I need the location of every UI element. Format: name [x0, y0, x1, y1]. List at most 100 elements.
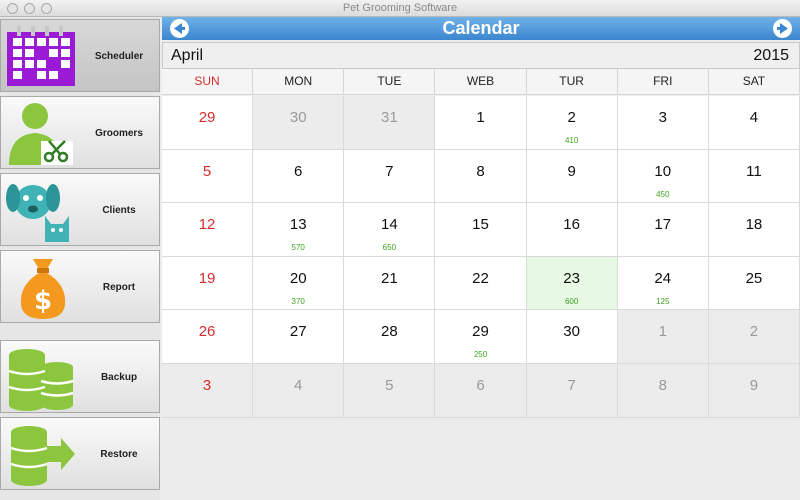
calendar-day-cell[interactable]: 12	[162, 203, 254, 257]
calendar-day-cell[interactable]: 2	[708, 310, 800, 364]
calendar-day-cell[interactable]: 27	[253, 310, 345, 364]
calendar-day-cell[interactable]: 4	[708, 96, 800, 150]
calendar-day-cell[interactable]: 29 250	[435, 310, 527, 364]
calendar-day-cell[interactable]: 22	[435, 256, 527, 311]
sidebar-item-label: Backup	[100, 372, 138, 383]
calendar-day-cell[interactable]: 6	[253, 149, 345, 204]
day-number: 5	[385, 377, 394, 394]
calendar-day-cell[interactable]: 31	[344, 96, 436, 150]
sidebar-item-groomers[interactable]: Groomers	[0, 96, 160, 169]
day-amount: 250	[473, 350, 488, 360]
calendar-day-cell[interactable]: 20 370	[253, 256, 345, 311]
day-number: 9	[749, 377, 759, 394]
sidebar: Scheduler Groomers Clients $ Report Back…	[0, 17, 160, 500]
day-amount: 570	[291, 243, 305, 253]
calendar-day-cell[interactable]: 10 450	[617, 149, 709, 204]
day-number: 4	[749, 109, 759, 126]
weekday-header: SAT	[708, 69, 800, 95]
sidebar-item-label: Scheduler	[94, 51, 144, 62]
day-number: 7	[385, 162, 394, 180]
day-number: 10	[654, 162, 672, 180]
calendar-day-cell[interactable]: 26	[162, 310, 254, 364]
sidebar-item-scheduler[interactable]: Scheduler	[0, 19, 160, 92]
sidebar-item-label: Groomers	[95, 128, 143, 139]
calendar-day-cell[interactable]: 9	[708, 364, 800, 418]
sidebar-item-label: Report	[102, 282, 136, 293]
calendar-day-cell[interactable]: 24 125	[617, 256, 709, 311]
calendar-day-cell[interactable]: 5	[344, 364, 436, 418]
calendar-day-cell[interactable]: 19	[162, 256, 254, 311]
calendar-day-cell[interactable]: 14 650	[344, 203, 436, 257]
day-number: 8	[658, 377, 667, 394]
calendar-day-cell[interactable]: 3	[617, 96, 709, 150]
calendar-day-cell[interactable]: 18	[708, 203, 800, 257]
calendar-day-cell[interactable]: 6	[435, 364, 527, 418]
day-number: 13	[289, 216, 307, 234]
day-amount: 410	[564, 136, 579, 145]
calendar-day-cell-selected[interactable]: 23 600	[526, 256, 618, 311]
day-number: 1	[476, 109, 485, 126]
day-number: 11	[746, 162, 762, 180]
page-title: Calendar	[442, 18, 520, 38]
calendar-day-cell[interactable]: 16	[526, 203, 618, 257]
day-number: 14	[381, 216, 398, 234]
calendar-day-cell[interactable]: 7	[526, 364, 618, 418]
day-number: 25	[745, 269, 763, 287]
day-number: 29	[198, 109, 216, 126]
calendar-day-cell[interactable]: 11	[708, 149, 800, 204]
day-amount: 450	[656, 189, 670, 199]
sidebar-item-clients[interactable]: Clients	[0, 173, 160, 246]
day-amount: 600	[564, 296, 579, 306]
calendar-day-cell[interactable]: 9	[526, 149, 618, 204]
calendar-day-cell[interactable]: 4	[253, 364, 345, 418]
day-number: 23	[563, 269, 580, 287]
calendar-day-cell[interactable]: 15	[435, 203, 527, 257]
weekday-header: TUR	[526, 69, 618, 95]
day-number: 4	[294, 377, 303, 394]
day-number: 22	[472, 269, 489, 287]
calendar-day-cell[interactable]: 1	[617, 310, 709, 364]
arrow-right-icon	[777, 23, 788, 34]
sidebar-item-backup[interactable]: Backup	[0, 340, 160, 413]
calendar-header: Calendar	[162, 17, 800, 40]
calendar-day-cell[interactable]: 30	[253, 96, 345, 150]
window-titlebar: Pet Grooming Software	[0, 0, 800, 17]
calendar-day-cell[interactable]: 21	[344, 256, 436, 311]
day-number: 27	[289, 323, 307, 341]
calendar-empty-area	[162, 418, 800, 500]
calendar-day-cell[interactable]: 30	[526, 310, 618, 364]
calendar-day-cell[interactable]: 17	[617, 203, 709, 257]
database-arrow-icon	[10, 426, 75, 486]
sidebar-item-restore[interactable]: Restore	[0, 417, 160, 490]
calendar-day-cell[interactable]: 1	[435, 96, 527, 150]
calendar-day-cell[interactable]: 28	[344, 310, 436, 364]
calendar-day-cell[interactable]: 13 570	[253, 203, 345, 257]
weekday-header: TUE	[344, 69, 436, 95]
calendar-day-cell[interactable]: 8	[435, 149, 527, 204]
calendar-day-cell[interactable]: 29	[162, 96, 254, 150]
day-amount: 370	[291, 296, 305, 306]
calendar-day-cell[interactable]: 5	[162, 149, 254, 204]
database-stack-icon	[8, 349, 74, 411]
year-label: 2015	[753, 47, 789, 64]
calendar-day-cell[interactable]: 3	[162, 364, 254, 418]
sidebar-item-report[interactable]: $ Report	[0, 250, 160, 323]
day-number: 21	[381, 269, 398, 287]
day-number: 12	[198, 216, 216, 234]
weekday-header: SUN	[162, 69, 254, 95]
month-bar: April 2015	[162, 42, 800, 69]
month-label: April	[171, 47, 204, 64]
day-number: 19	[198, 269, 216, 287]
day-amount: 125	[656, 296, 670, 306]
next-month-button[interactable]	[773, 19, 792, 38]
day-number: 3	[658, 109, 667, 126]
calendar-day-cell[interactable]: 8	[617, 364, 709, 418]
day-number: 7	[567, 377, 576, 394]
day-number: 17	[654, 216, 672, 234]
calendar-day-cell[interactable]: 25	[708, 256, 800, 311]
weekday-header: MON	[253, 69, 345, 95]
day-number: 20	[289, 269, 307, 287]
calendar-day-cell[interactable]: 2 410	[526, 96, 618, 150]
day-number: 2	[749, 323, 759, 341]
calendar-day-cell[interactable]: 7	[344, 149, 436, 204]
